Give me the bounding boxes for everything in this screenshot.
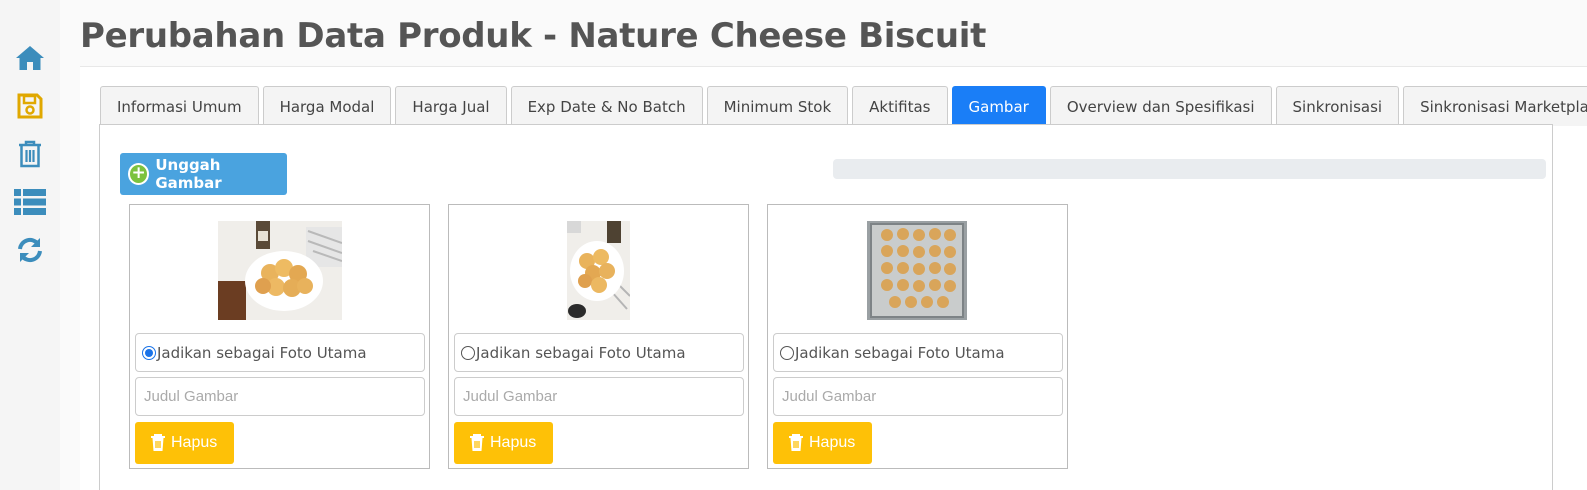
main-photo-radio[interactable] — [142, 345, 156, 360]
tab-exp-date[interactable]: Exp Date & No Batch — [510, 86, 703, 126]
image-card: Jadikan sebagai Foto Utama Hapus — [448, 204, 749, 469]
trash-icon — [789, 434, 803, 451]
trash-icon — [470, 434, 484, 451]
delete-image-button[interactable]: Hapus — [454, 422, 553, 464]
plus-circle-icon: + — [128, 163, 150, 185]
trash-icon[interactable] — [14, 138, 46, 170]
set-main-photo-option[interactable]: Jadikan sebagai Foto Utama — [773, 333, 1063, 372]
tab-minimum-stok[interactable]: Minimum Stok — [706, 86, 849, 126]
page-title: Perubahan Data Produk - Nature Cheese Bi… — [80, 16, 987, 56]
main-photo-label: Jadikan sebagai Foto Utama — [157, 343, 367, 362]
upload-progress-bar — [833, 159, 1546, 179]
main-photo-radio[interactable] — [780, 345, 794, 360]
upload-image-button[interactable]: + Unggah Gambar — [120, 153, 287, 195]
main-photo-label: Jadikan sebagai Foto Utama — [795, 343, 1005, 362]
tab-informasi-umum[interactable]: Informasi Umum — [100, 86, 259, 126]
sidebar — [0, 0, 60, 490]
tab-sinkronisasi-marketplace[interactable]: Sinkronisasi Marketplace — [1403, 86, 1587, 126]
delete-image-button[interactable]: Hapus — [135, 422, 234, 464]
product-image[interactable] — [867, 221, 967, 320]
save-icon[interactable] — [14, 90, 46, 122]
tab-bar: Informasi Umum Harga Modal Harga Jual Ex… — [100, 86, 1587, 126]
image-title-input[interactable] — [135, 377, 425, 416]
refresh-icon[interactable] — [14, 234, 46, 266]
set-main-photo-option[interactable]: Jadikan sebagai Foto Utama — [135, 333, 425, 372]
tab-sinkronisasi[interactable]: Sinkronisasi — [1275, 86, 1400, 126]
image-title-input[interactable] — [454, 377, 744, 416]
home-icon[interactable] — [14, 42, 46, 74]
delete-label: Hapus — [809, 434, 856, 451]
tab-harga-jual[interactable]: Harga Jual — [395, 86, 507, 126]
tab-aktifitas[interactable]: Aktifitas — [852, 86, 948, 126]
list-icon[interactable] — [14, 186, 46, 218]
image-card: Jadikan sebagai Foto Utama Hapus — [767, 204, 1068, 469]
image-card: Jadikan sebagai Foto Utama Hapus — [129, 204, 430, 469]
image-title-input[interactable] — [773, 377, 1063, 416]
tab-gambar[interactable]: Gambar — [951, 86, 1046, 126]
product-image[interactable] — [567, 221, 630, 320]
main-photo-radio[interactable] — [461, 345, 475, 360]
tab-overview[interactable]: Overview dan Spesifikasi — [1049, 86, 1272, 126]
trash-icon — [151, 434, 165, 451]
main-photo-label: Jadikan sebagai Foto Utama — [476, 343, 686, 362]
upload-image-label: Unggah Gambar — [155, 156, 222, 192]
tab-harga-modal[interactable]: Harga Modal — [262, 86, 392, 126]
set-main-photo-option[interactable]: Jadikan sebagai Foto Utama — [454, 333, 744, 372]
delete-label: Hapus — [490, 434, 537, 451]
delete-image-button[interactable]: Hapus — [773, 422, 872, 464]
product-image[interactable] — [218, 221, 342, 320]
delete-label: Hapus — [171, 434, 218, 451]
